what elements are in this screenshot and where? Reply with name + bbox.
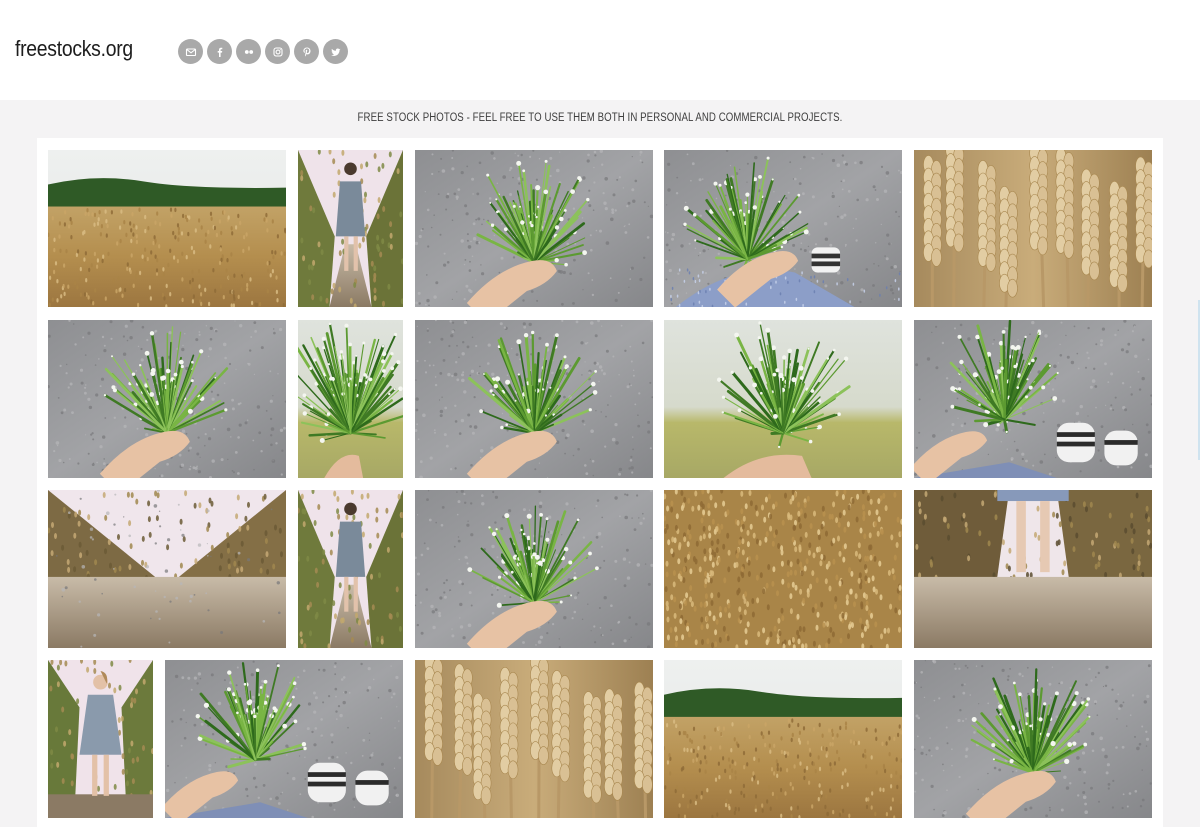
photo-wheat-field-landscape[interactable]: [664, 660, 902, 818]
photo-wheat-ears-field[interactable]: [664, 490, 902, 648]
photo-hand-holding-wildflowers[interactable]: [914, 660, 1152, 818]
photo-hand-holding-wildflowers[interactable]: [415, 150, 653, 307]
photo-wildflowers-and-shoes[interactable]: [165, 660, 403, 818]
social-links: [178, 39, 352, 64]
photo-wildflowers-over-dress[interactable]: [664, 150, 902, 307]
site-tagline: FREE STOCK PHOTOS - FEEL FREE TO USE THE…: [357, 112, 843, 124]
mail-icon[interactable]: [178, 39, 203, 64]
photo-woman-walking-wheat-path[interactable]: [298, 490, 403, 648]
photo-wheat-ears-closeup[interactable]: [415, 660, 653, 818]
site-logo[interactable]: freestocks.org: [15, 36, 133, 62]
photo-hand-holding-wildflowers[interactable]: [415, 490, 653, 648]
photo-woman-walking-wheat-path[interactable]: [298, 150, 403, 307]
facebook-icon[interactable]: [207, 39, 232, 64]
photo-wildflowers-and-shoes[interactable]: [914, 320, 1152, 478]
photo-wheat-path-ground-level[interactable]: [48, 490, 286, 648]
pinterest-icon[interactable]: [294, 39, 319, 64]
photo-hand-holding-wildflowers[interactable]: [48, 320, 286, 478]
photo-wildflowers-against-sky[interactable]: [298, 320, 403, 478]
photo-wheat-ears-closeup[interactable]: [914, 150, 1152, 307]
photo-hand-holding-wildflowers[interactable]: [415, 320, 653, 478]
flickr-icon[interactable]: [236, 39, 261, 64]
photo-legs-in-wheat-path[interactable]: [914, 490, 1152, 648]
twitter-icon[interactable]: [323, 39, 348, 64]
photo-woman-in-wheat-field[interactable]: [48, 660, 153, 818]
instagram-icon[interactable]: [265, 39, 290, 64]
photo-wheat-field-landscape[interactable]: [48, 150, 286, 307]
photo-wildflowers-against-sky[interactable]: [664, 320, 902, 478]
site-header: freestocks.org: [0, 0, 1200, 100]
